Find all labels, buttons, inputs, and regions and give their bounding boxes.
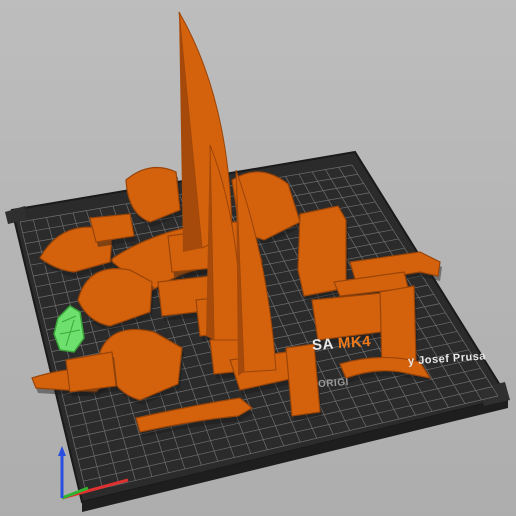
printed-part[interactable] (379, 285, 417, 367)
printed-part[interactable] (285, 343, 321, 417)
3d-viewport[interactable]: SA MK4 y Josef Prusa ORIGI (0, 0, 516, 516)
print-bed-scene[interactable] (0, 0, 516, 516)
